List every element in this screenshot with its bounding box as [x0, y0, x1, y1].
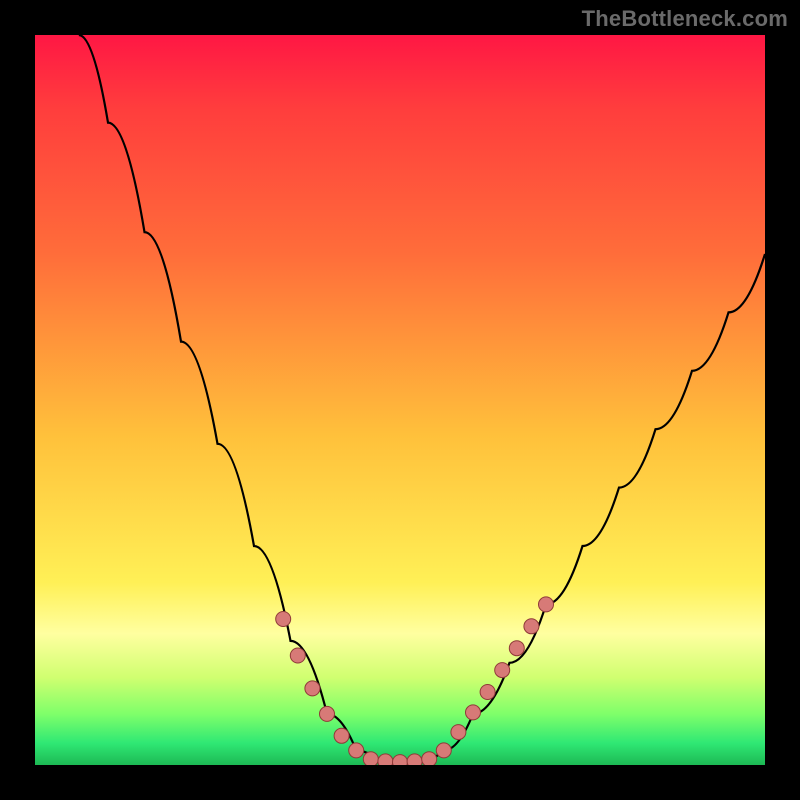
chart-stage: TheBottleneck.com: [0, 0, 800, 800]
frame-left: [0, 0, 35, 800]
data-dot: [422, 752, 437, 765]
bottleneck-dots: [276, 597, 554, 765]
data-dot: [305, 681, 320, 696]
data-dot: [451, 725, 466, 740]
bottleneck-curve: [79, 35, 765, 762]
data-dot: [407, 754, 422, 765]
data-dot: [393, 755, 408, 765]
data-dot: [480, 685, 495, 700]
data-dot: [509, 641, 524, 656]
data-dot: [495, 663, 510, 678]
data-dot: [378, 754, 393, 765]
data-dot: [334, 728, 349, 743]
data-dot: [290, 648, 305, 663]
data-dot: [524, 619, 539, 634]
data-dot: [276, 612, 291, 627]
plot-area: [35, 35, 765, 765]
frame-right: [765, 0, 800, 800]
curve-layer: [35, 35, 765, 765]
data-dot: [320, 706, 335, 721]
data-dot: [436, 743, 451, 758]
frame-bottom: [0, 765, 800, 800]
attribution-text: TheBottleneck.com: [582, 6, 788, 32]
data-dot: [539, 597, 554, 612]
data-dot: [363, 752, 378, 765]
data-dot: [466, 705, 481, 720]
data-dot: [349, 743, 364, 758]
